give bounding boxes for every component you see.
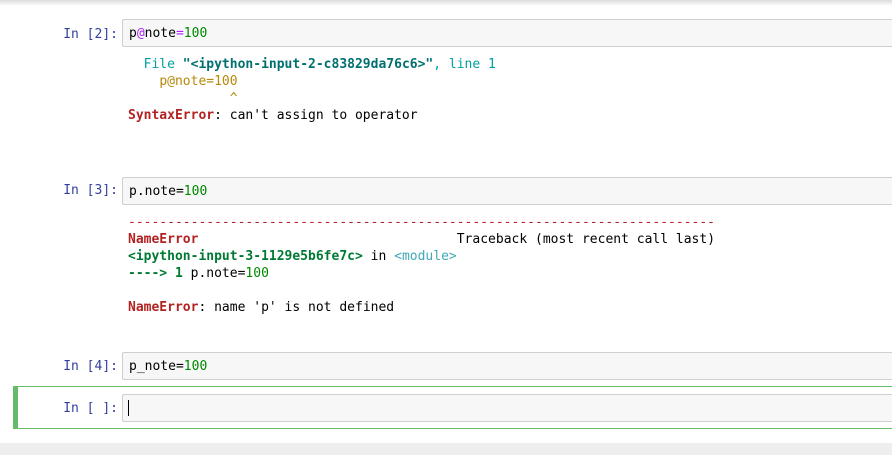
code-input-cell-4[interactable]: p_note=100 bbox=[122, 352, 892, 380]
cell-prompt: In [4]: bbox=[63, 359, 118, 374]
cell-prompt: In [3]: bbox=[63, 183, 118, 198]
code-input-cell-3[interactable]: p.note=100 bbox=[122, 177, 892, 205]
page-bottom bbox=[0, 443, 892, 455]
code-text: p@note=100 bbox=[129, 26, 208, 41]
text-cursor bbox=[128, 400, 129, 416]
notebook-container: In [2]: p@note=100 File "<ipython-input-… bbox=[0, 0, 892, 443]
cell-output-2: File "<ipython-input-2-c83829da76c6>", l… bbox=[128, 57, 496, 123]
top-shadow bbox=[0, 0, 892, 6]
cell-output-3: ----------------------------------------… bbox=[128, 215, 716, 315]
code-input-active[interactable] bbox=[122, 394, 892, 422]
cell-prompt: In [ ]: bbox=[63, 401, 118, 416]
cell-prompt: In [2]: bbox=[63, 27, 118, 42]
code-input-cell-2[interactable]: p@note=100 bbox=[122, 19, 892, 47]
code-text: p_note=100 bbox=[129, 359, 208, 374]
code-text: p.note=100 bbox=[129, 184, 208, 199]
